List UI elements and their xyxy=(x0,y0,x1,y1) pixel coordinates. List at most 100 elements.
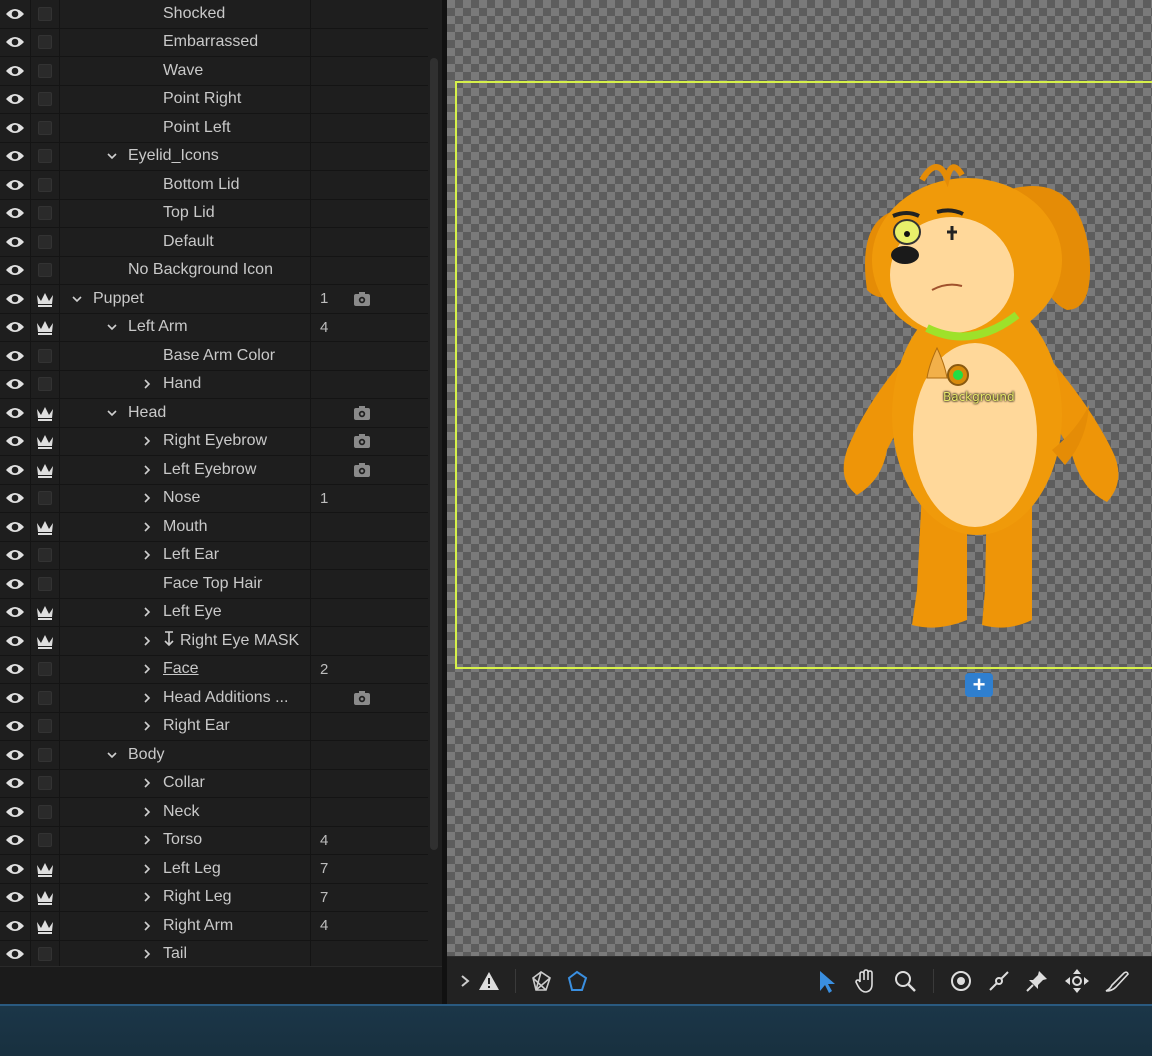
checkbox[interactable] xyxy=(38,348,52,363)
independent-checkbox[interactable] xyxy=(30,28,60,56)
eye-icon[interactable] xyxy=(0,285,30,313)
layer-row[interactable]: Shocked xyxy=(0,0,428,29)
layer-row[interactable]: Wave xyxy=(0,57,428,86)
checkbox[interactable] xyxy=(38,120,52,135)
eye-icon[interactable] xyxy=(0,485,30,513)
layer-name-cell[interactable]: Default xyxy=(61,228,311,256)
chevron-right-icon[interactable] xyxy=(141,777,153,789)
checkbox[interactable] xyxy=(38,776,52,791)
checkbox[interactable] xyxy=(38,234,52,249)
independent-checkbox[interactable] xyxy=(30,541,60,569)
chevron-right-icon[interactable] xyxy=(141,834,153,846)
chevron-right-icon[interactable] xyxy=(141,692,153,704)
layer-row[interactable]: Left Eye xyxy=(0,598,428,627)
layer-name-cell[interactable]: Left Eyebrow xyxy=(61,456,311,484)
trigger-icon[interactable] xyxy=(350,399,374,427)
checkbox[interactable] xyxy=(38,92,52,107)
layer-row[interactable]: Collar xyxy=(0,769,428,798)
eye-icon[interactable] xyxy=(0,86,30,114)
eye-icon[interactable] xyxy=(0,456,30,484)
eye-icon[interactable] xyxy=(0,884,30,912)
crown-icon[interactable] xyxy=(30,855,60,883)
crown-icon[interactable] xyxy=(30,513,60,541)
trigger-icon[interactable] xyxy=(350,684,374,712)
layer-row[interactable]: Mouth xyxy=(0,513,428,542)
checkbox[interactable] xyxy=(38,576,52,591)
eye-icon[interactable] xyxy=(0,827,30,855)
checkbox[interactable] xyxy=(38,206,52,221)
layer-name-cell[interactable]: Right Leg xyxy=(61,883,311,911)
layer-name-cell[interactable]: Right Eye MASK xyxy=(61,627,311,655)
chevron-right-icon[interactable] xyxy=(141,891,153,903)
layer-name-cell[interactable]: Wave xyxy=(61,57,311,85)
eye-icon[interactable] xyxy=(0,513,30,541)
eye-icon[interactable] xyxy=(0,171,30,199)
layer-name-cell[interactable]: Top Lid xyxy=(61,199,311,227)
chevron-right-icon[interactable] xyxy=(141,521,153,533)
checkbox[interactable] xyxy=(38,947,52,962)
zoom-icon[interactable] xyxy=(891,967,919,995)
chevron-right-icon[interactable] xyxy=(141,606,153,618)
eye-icon[interactable] xyxy=(0,371,30,399)
layer-name-cell[interactable]: Tail xyxy=(61,940,311,968)
checkbox[interactable] xyxy=(38,63,52,78)
draw-icon[interactable] xyxy=(1103,967,1131,995)
eye-icon[interactable] xyxy=(0,912,30,940)
chevron-right-icon[interactable] xyxy=(141,948,153,960)
layer-name-cell[interactable]: Eyelid_Icons xyxy=(61,142,311,170)
independent-checkbox[interactable] xyxy=(30,199,60,227)
independent-checkbox[interactable] xyxy=(30,114,60,142)
eye-icon[interactable] xyxy=(0,627,30,655)
chevron-right-icon[interactable] xyxy=(141,435,153,447)
eye-icon[interactable] xyxy=(0,770,30,798)
independent-checkbox[interactable] xyxy=(30,0,60,28)
checkbox[interactable] xyxy=(38,35,52,50)
chevron-right-icon[interactable] xyxy=(141,549,153,561)
eye-icon[interactable] xyxy=(0,798,30,826)
independent-checkbox[interactable] xyxy=(30,57,60,85)
layer-row[interactable]: Left Leg 7 xyxy=(0,855,428,884)
checkbox[interactable] xyxy=(38,719,52,734)
layer-name-cell[interactable]: Point Right xyxy=(61,85,311,113)
independent-checkbox[interactable] xyxy=(30,826,60,854)
eye-icon[interactable] xyxy=(0,228,30,256)
crown-icon[interactable] xyxy=(30,427,60,455)
layer-row[interactable]: Tail xyxy=(0,940,428,969)
independent-checkbox[interactable] xyxy=(30,798,60,826)
layer-row[interactable]: Face 2 xyxy=(0,655,428,684)
trigger-icon[interactable] xyxy=(350,285,374,313)
chevron-right-icon[interactable] xyxy=(141,464,153,476)
independent-checkbox[interactable] xyxy=(30,712,60,740)
eye-icon[interactable] xyxy=(0,29,30,57)
layer-row[interactable]: Nose 1 xyxy=(0,484,428,513)
chevron-down-icon[interactable] xyxy=(106,150,118,162)
crown-icon[interactable] xyxy=(30,627,60,655)
independent-checkbox[interactable] xyxy=(30,171,60,199)
crown-icon[interactable] xyxy=(30,285,60,313)
checkbox[interactable] xyxy=(38,548,52,563)
independent-checkbox[interactable] xyxy=(30,484,60,512)
eye-icon[interactable] xyxy=(0,399,30,427)
independent-checkbox[interactable] xyxy=(30,741,60,769)
eye-icon[interactable] xyxy=(0,656,30,684)
independent-checkbox[interactable] xyxy=(30,684,60,712)
layer-name-cell[interactable]: Mouth xyxy=(61,513,311,541)
crown-icon[interactable] xyxy=(30,399,60,427)
crown-icon[interactable] xyxy=(30,883,60,911)
crown-icon[interactable] xyxy=(30,598,60,626)
layer-name-cell[interactable]: Nose xyxy=(61,484,311,512)
outline-icon[interactable] xyxy=(563,967,591,995)
layer-row[interactable]: Default xyxy=(0,228,428,257)
crown-icon[interactable] xyxy=(30,912,60,940)
layer-row[interactable]: Left Eyebrow xyxy=(0,456,428,485)
layer-row[interactable]: Embarrassed xyxy=(0,28,428,57)
layer-row[interactable]: Body xyxy=(0,741,428,770)
layer-name-cell[interactable]: Hand xyxy=(61,370,311,398)
layer-name-cell[interactable]: Head xyxy=(61,399,311,427)
layer-name-cell[interactable]: Left Ear xyxy=(61,541,311,569)
layer-name-cell[interactable]: Embarrassed xyxy=(61,28,311,56)
checkbox[interactable] xyxy=(38,747,52,762)
layer-row[interactable]: Top Lid xyxy=(0,199,428,228)
layer-name-cell[interactable]: Head Additions ... xyxy=(61,684,311,712)
crown-icon[interactable] xyxy=(30,313,60,341)
